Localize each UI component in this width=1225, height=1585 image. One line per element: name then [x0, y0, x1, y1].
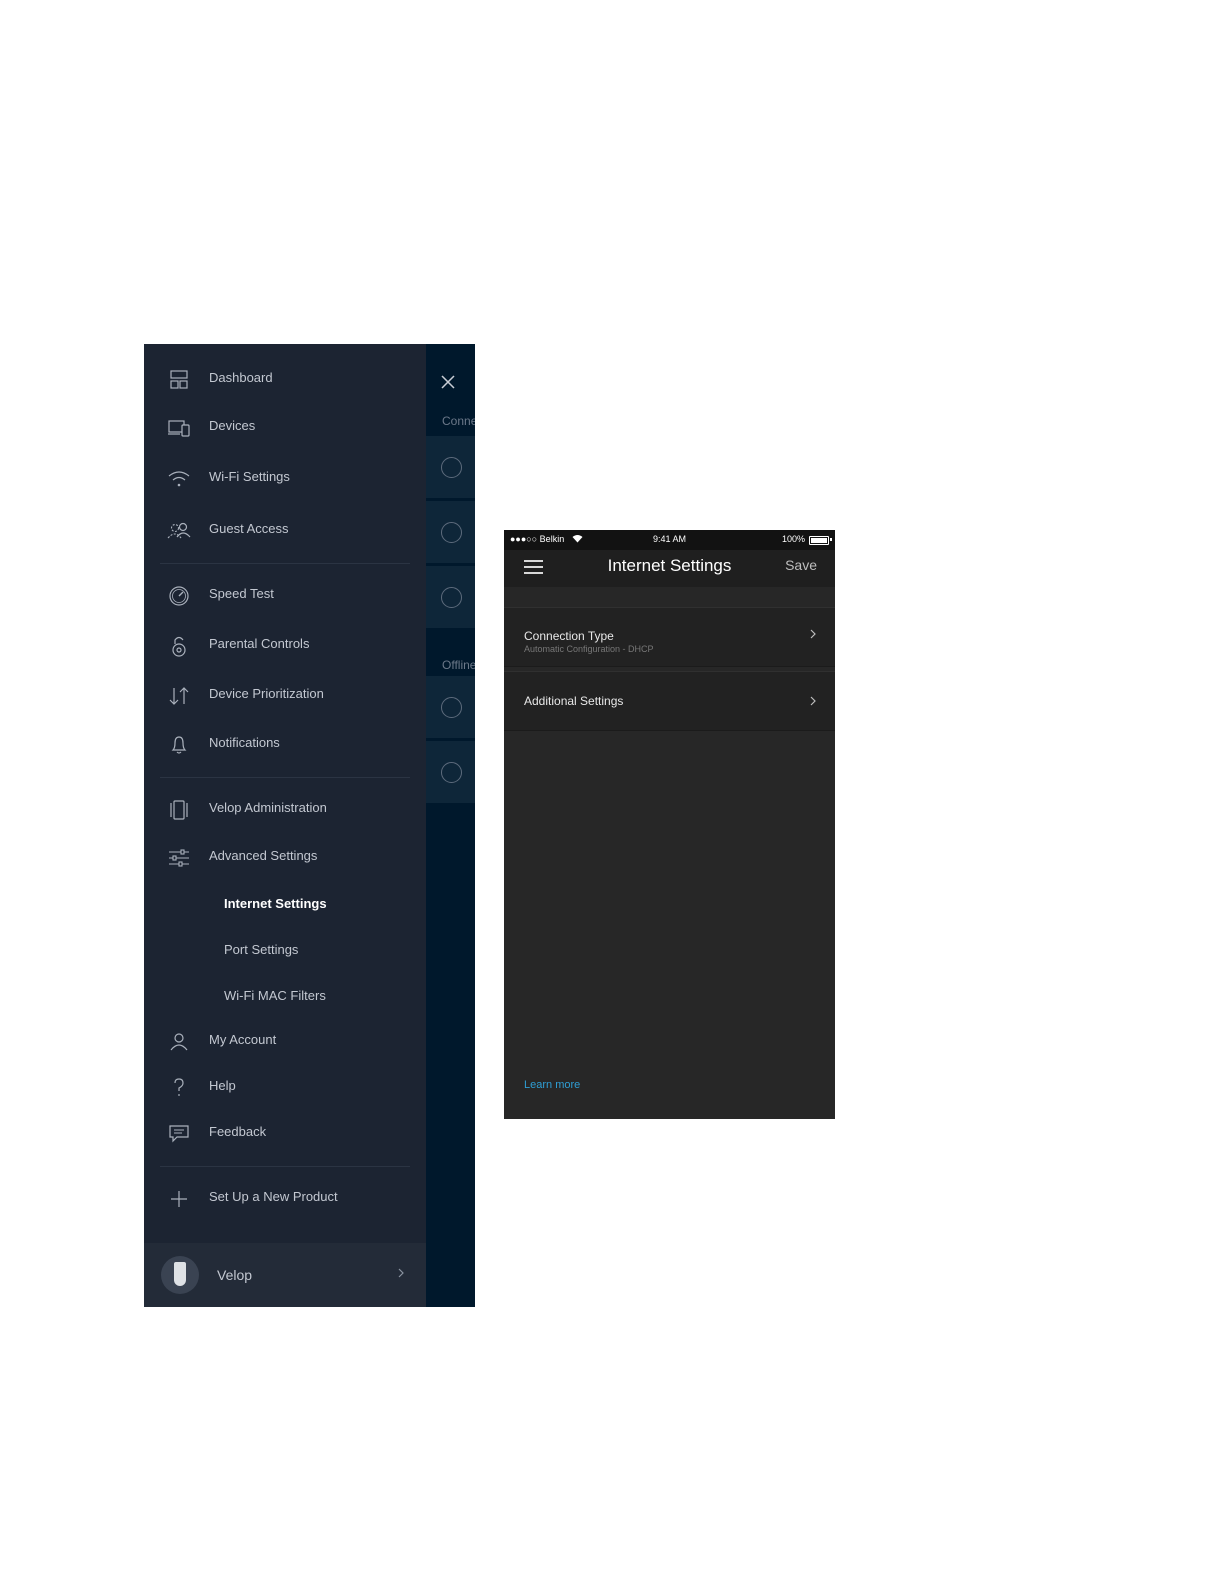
- nav-item-advanced-settings[interactable]: Advanced Settings: [144, 838, 426, 878]
- chevron-right-icon: [398, 1268, 404, 1278]
- product-selector[interactable]: Velop: [144, 1243, 426, 1307]
- nav-bar: Internet Settings Save: [504, 550, 835, 587]
- battery-tip: [830, 538, 832, 541]
- speedometer-icon: [166, 584, 192, 608]
- battery-icon: [809, 536, 829, 545]
- device-avatar: [441, 457, 462, 478]
- wifi-icon: [166, 467, 192, 491]
- nav-subitem-wifi-mac-filters[interactable]: Wi-Fi MAC Filters: [144, 979, 426, 1015]
- internet-settings-screen: ●●●○○ Belkin 9:41 AM 100% Internet Setti…: [504, 530, 835, 1119]
- sliders-icon: [166, 846, 192, 870]
- nav-item-wifi-settings[interactable]: Wi-Fi Settings: [144, 459, 426, 499]
- device-avatar: [441, 522, 462, 543]
- nav-item-dashboard[interactable]: Dashboard: [144, 360, 426, 400]
- nav-item-feedback[interactable]: Feedback: [144, 1114, 426, 1154]
- nav-item-my-account[interactable]: My Account: [144, 1022, 426, 1062]
- nav-subitem-label: Port Settings: [224, 942, 299, 957]
- device-row[interactable]: [426, 566, 475, 628]
- device-row[interactable]: [426, 741, 475, 803]
- device-avatar: [441, 762, 462, 783]
- nav-item-label: Velop Administration: [209, 800, 327, 815]
- nav-item-label: Advanced Settings: [209, 848, 318, 863]
- nav-subitem-port-settings[interactable]: Port Settings: [144, 933, 426, 969]
- setup-new-product-button[interactable]: Set Up a New Product: [144, 1179, 426, 1219]
- navigation-drawer-screen: Conne Offline Dashboard Devices Wi-Fi Se…: [144, 344, 475, 1307]
- nav-item-label: Parental Controls: [209, 636, 310, 651]
- up-down-arrows-icon: [166, 684, 192, 708]
- setup-label: Set Up a New Product: [209, 1189, 338, 1204]
- divider: [160, 563, 410, 564]
- nav-item-speed-test[interactable]: Speed Test: [144, 576, 426, 616]
- nav-item-device-prioritization[interactable]: Device Prioritization: [144, 676, 426, 716]
- nav-item-velop-administration[interactable]: Velop Administration: [144, 790, 426, 830]
- divider: [160, 1166, 410, 1167]
- nav-item-help[interactable]: Help: [144, 1068, 426, 1108]
- navigation-drawer: Dashboard Devices Wi-Fi Settings Guest A…: [144, 344, 426, 1307]
- nav-item-devices[interactable]: Devices: [144, 408, 426, 448]
- guest-access-icon: [166, 519, 192, 543]
- lock-icon: [166, 634, 192, 658]
- connection-type-row[interactable]: Connection Type Automatic Configuration …: [504, 607, 835, 667]
- connected-section-heading: Conne: [442, 414, 475, 428]
- nav-subitem-internet-settings[interactable]: Internet Settings: [144, 887, 426, 923]
- nav-item-label: Notifications: [209, 735, 280, 750]
- dashboard-icon: [166, 368, 192, 392]
- nav-item-label: Speed Test: [209, 586, 274, 601]
- nav-item-label: Dashboard: [209, 370, 273, 385]
- nav-subitem-label: Internet Settings: [224, 896, 327, 911]
- nav-item-label: Devices: [209, 418, 256, 433]
- device-row[interactable]: [426, 436, 475, 498]
- user-icon: [166, 1030, 192, 1054]
- learn-more-link[interactable]: Learn more: [524, 1079, 580, 1091]
- device-row[interactable]: [426, 676, 475, 738]
- offline-section-heading: Offline: [442, 658, 475, 672]
- nav-item-label: Feedback: [209, 1124, 267, 1139]
- divider: [160, 777, 410, 778]
- battery-percentage: 100%: [781, 534, 805, 544]
- nav-item-parental-controls[interactable]: Parental Controls: [144, 626, 426, 666]
- close-icon[interactable]: [440, 374, 456, 390]
- device-avatar: [441, 697, 462, 718]
- nav-item-guest-access[interactable]: Guest Access: [144, 511, 426, 551]
- nav-item-label: Guest Access: [209, 521, 289, 536]
- velop-product-icon: [161, 1256, 199, 1294]
- nav-subitem-label: Wi-Fi MAC Filters: [224, 988, 326, 1003]
- velop-node-icon: [166, 798, 192, 822]
- nav-item-label: Help: [209, 1078, 236, 1093]
- nav-item-label: My Account: [209, 1032, 277, 1047]
- plus-icon: [166, 1187, 192, 1211]
- devices-icon: [166, 416, 192, 440]
- row-subtitle: Automatic Configuration - DHCP: [524, 644, 654, 654]
- bell-icon: [166, 733, 192, 757]
- nav-item-notifications[interactable]: Notifications: [144, 725, 426, 765]
- additional-settings-row[interactable]: Additional Settings: [504, 671, 835, 731]
- question-icon: [166, 1076, 192, 1100]
- nav-item-label: Device Prioritization: [209, 686, 324, 701]
- device-avatar: [441, 587, 462, 608]
- nav-item-label: Wi-Fi Settings: [209, 469, 290, 484]
- row-title: Connection Type: [524, 629, 614, 643]
- status-bar: ●●●○○ Belkin 9:41 AM 100%: [504, 530, 835, 550]
- save-button[interactable]: Save: [785, 557, 817, 573]
- speech-bubble-icon: [166, 1122, 192, 1146]
- chevron-right-icon: [810, 696, 816, 706]
- device-row[interactable]: [426, 501, 475, 563]
- chevron-right-icon: [810, 629, 816, 639]
- row-title: Additional Settings: [524, 694, 624, 708]
- product-name: Velop: [217, 1267, 253, 1283]
